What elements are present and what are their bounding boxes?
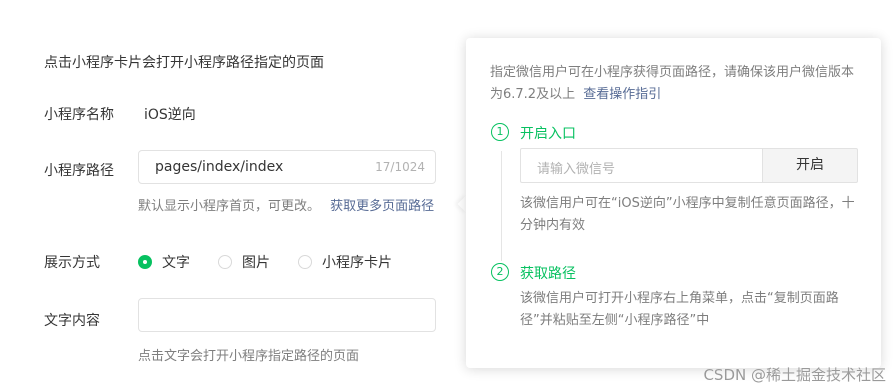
step-2-number-icon: 2: [491, 263, 509, 281]
radio-mini-card[interactable]: 小程序卡片: [298, 252, 392, 272]
mini-program-link-form: 点击小程序卡片会打开小程序路径指定的页面 小程序名称 iOS逆向 小程序路径 p…: [0, 0, 896, 389]
name-label: 小程序名称: [44, 107, 114, 123]
step-2-description: 该微信用户可打开小程序右上角菜单，点击“复制页面路径”并粘贴至左侧“小程序路径”…: [520, 291, 839, 328]
wechat-id-input[interactable]: 请输入微信号: [520, 148, 762, 183]
path-label: 小程序路径: [44, 163, 114, 179]
wechat-id-placeholder: 请输入微信号: [537, 162, 616, 177]
step-1-number-icon: 1: [491, 123, 509, 141]
name-value: iOS逆向: [144, 107, 196, 123]
text-content-description: 点击文字会打开小程序指定路径的页面: [138, 349, 360, 364]
text-content-label: 文字内容: [44, 313, 100, 329]
step-connector-line: [501, 151, 502, 261]
step-1-description: 该微信用户可在“iOS逆向”小程序中复制任意页面路径，十分钟内有效: [520, 196, 855, 233]
path-input[interactable]: pages/index/index 17/1024: [138, 150, 436, 184]
radio-image[interactable]: 图片: [218, 252, 270, 272]
operation-guide-link[interactable]: 查看操作指引: [583, 87, 661, 102]
path-desc-text: 默认显示小程序首页，可更改。: [138, 199, 321, 214]
form-hint: 点击小程序卡片会打开小程序路径指定的页面: [44, 55, 324, 71]
path-description: 默认显示小程序首页，可更改。 获取更多页面路径: [138, 195, 434, 214]
display-label: 展示方式: [44, 255, 100, 271]
radio-unchecked-icon: [218, 255, 232, 269]
text-content-input[interactable]: [138, 298, 436, 332]
step-2-title: 获取路径: [520, 266, 576, 282]
csdn-watermark: CSDN @稀土掘金技术社区: [703, 366, 886, 384]
radio-mini-card-label: 小程序卡片: [322, 255, 392, 271]
path-input-value: pages/index/index: [155, 159, 284, 175]
display-radio-group: 文字 图片 小程序卡片: [138, 252, 420, 272]
radio-image-label: 图片: [242, 255, 270, 271]
step-1-title: 开启入口: [520, 126, 576, 142]
path-helper-popover: 指定微信用户可在小程序获得页面路径，请确保该用户微信版本为6.7.2及以上 查看…: [466, 38, 881, 368]
enable-button[interactable]: 开启: [762, 148, 858, 183]
popover-intro-text: 指定微信用户可在小程序获得页面路径，请确保该用户微信版本为6.7.2及以上: [490, 65, 855, 102]
radio-checked-icon: [138, 255, 152, 269]
radio-text-label: 文字: [162, 255, 190, 271]
path-char-counter: 17/1024: [375, 160, 425, 174]
radio-text[interactable]: 文字: [138, 252, 190, 272]
get-more-paths-link[interactable]: 获取更多页面路径: [330, 199, 434, 214]
radio-unchecked-icon: [298, 255, 312, 269]
popover-intro: 指定微信用户可在小程序获得页面路径，请确保该用户微信版本为6.7.2及以上 查看…: [490, 62, 860, 106]
